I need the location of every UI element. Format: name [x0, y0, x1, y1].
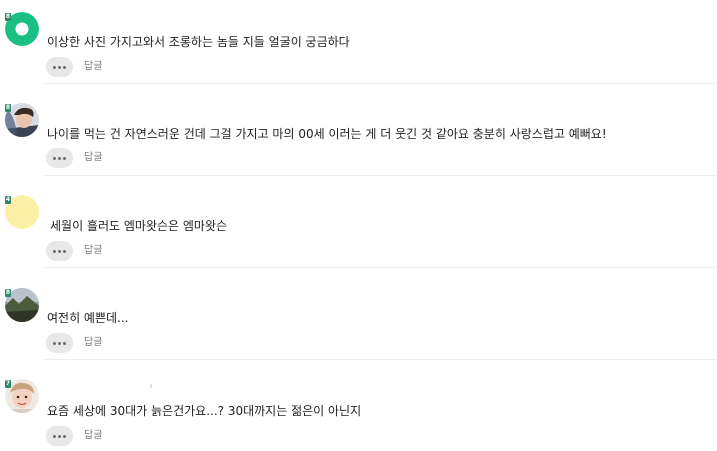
- more-dots-icon: [53, 341, 66, 345]
- more-options-button[interactable]: [46, 333, 73, 353]
- comment-text: 이상한 사진 가지고와서 조롱하는 놈들 지들 얼굴이 궁금하다: [47, 35, 350, 49]
- divider: [45, 175, 717, 176]
- divider: [45, 359, 717, 360]
- reply-button[interactable]: 답글: [84, 241, 102, 261]
- comment-text: 여전히 예쁜데...: [47, 311, 129, 325]
- level-badge: 8: [5, 289, 11, 297]
- comment-text: 나이를 먹는 건 자연스러운 건데 그걸 가지고 마의 00세 이러는 게 더 …: [47, 127, 607, 141]
- level-badge: 7: [5, 380, 11, 388]
- decorative-speck: ı: [150, 382, 152, 390]
- comment-text: 요즘 세상에 30대가 늙은건가요...? 30대까지는 젊은이 아닌지: [47, 404, 362, 418]
- reply-button[interactable]: 답글: [84, 426, 102, 446]
- more-options-button[interactable]: [46, 57, 73, 77]
- reply-button[interactable]: 답글: [84, 333, 102, 353]
- more-dots-icon: [53, 65, 66, 69]
- more-options-button[interactable]: [46, 241, 73, 261]
- divider: [45, 83, 717, 84]
- level-badge: 8: [5, 104, 11, 112]
- more-dots-icon: [53, 249, 66, 253]
- level-badge: 8: [5, 13, 11, 21]
- comment-text: 세월이 흘러도 엠마왓슨은 엠마왓슨: [50, 219, 228, 233]
- reply-button[interactable]: 답글: [84, 57, 102, 77]
- divider: [45, 267, 717, 268]
- more-options-button[interactable]: [46, 426, 73, 446]
- reply-button[interactable]: 답글: [84, 148, 102, 168]
- more-options-button[interactable]: [46, 148, 73, 168]
- level-badge: 4: [5, 196, 11, 204]
- more-dots-icon: [53, 156, 66, 160]
- more-dots-icon: [53, 434, 66, 438]
